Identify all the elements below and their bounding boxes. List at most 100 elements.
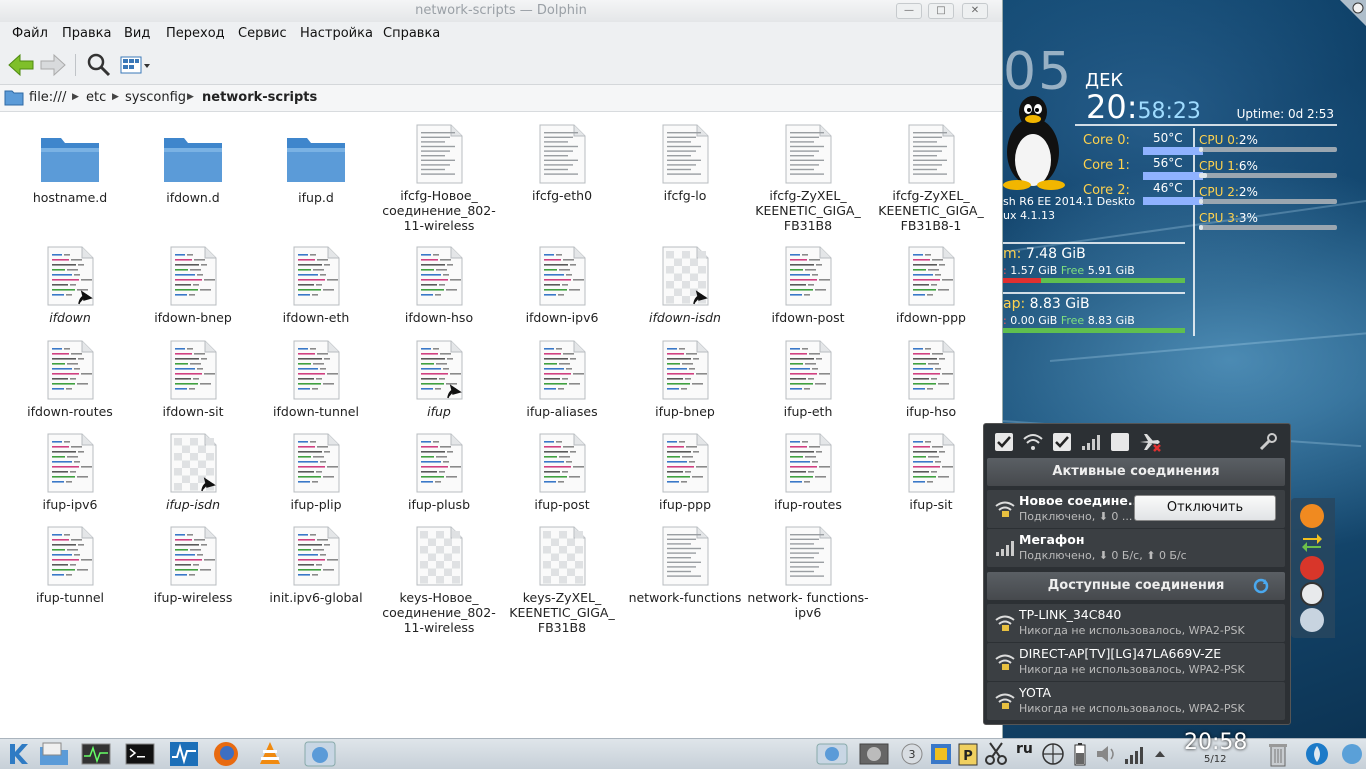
menu-file[interactable]: Файл — [12, 26, 48, 41]
lock-icon[interactable] — [1300, 504, 1324, 528]
crumb-etc[interactable]: etc — [86, 90, 106, 105]
crumb-sysconfig[interactable]: sysconfig — [125, 90, 186, 105]
file-view[interactable]: hostname.d ifdown.d ifup.d ifcfg-Новое_ сое… — [0, 112, 1002, 738]
kde-menu-icon[interactable] — [4, 741, 32, 767]
file-item-ifdown-hso[interactable]: ifdown-hso — [377, 246, 501, 325]
volume-icon[interactable] — [1094, 741, 1118, 767]
window-titlebar[interactable]: network-scripts — Dolphin — □ ✕ — [0, 0, 1002, 23]
file-item-ifup-d[interactable]: ifup.d — [254, 134, 378, 205]
updates-count-icon[interactable]: 3 — [900, 741, 924, 767]
file-item-ifdown-d[interactable]: ifdown.d — [131, 134, 255, 205]
terminal-icon[interactable] — [124, 741, 156, 767]
file-item-ifup-bnep[interactable]: ifup-bnep — [623, 340, 747, 419]
file-item-ifup-plusb[interactable]: ifup-plusb — [377, 433, 501, 512]
file-item-ifdown-post[interactable]: ifdown-post — [746, 246, 870, 325]
file-item-keys-zyxel-keenetic-giga-fb31b8[interactable]: keys-ZyXEL_ KEENETIC_GIGA_ FB31B8 — [500, 526, 624, 635]
available-connection[interactable]: DIRECT-AP[TV][LG]47LA669V-ZE Никогда не … — [987, 643, 1285, 681]
tray-clock[interactable]: 20:58 — [1184, 730, 1247, 755]
networking-checkbox-icon[interactable] — [994, 432, 1014, 452]
file-item-ifup-eth[interactable]: ifup-eth — [746, 340, 870, 419]
panel-toolbox-icon[interactable] — [1338, 741, 1366, 767]
file-item-ifcfg-lo[interactable]: ifcfg-lo — [623, 124, 747, 203]
show-desktop-icon[interactable] — [1302, 741, 1332, 767]
file-item-ifup-ipv6[interactable]: ifup-ipv6 — [8, 433, 132, 512]
back-arrow-icon[interactable] — [6, 51, 36, 79]
active-connection-megafon[interactable]: Мегафон Подключено, ⬇ 0 Б/с, ⬆ 0 Б/с — [987, 529, 1285, 567]
file-item-ifup-plip[interactable]: ifup-plip — [254, 433, 378, 512]
desktop-toolbox-icon[interactable] — [1336, 0, 1366, 26]
available-connection[interactable]: YOTA Никогда не использовалось, WPA2-PSK — [987, 682, 1285, 720]
wifi-checkbox-icon[interactable] — [1052, 432, 1072, 452]
refresh-icon[interactable] — [1253, 578, 1269, 594]
file-item-ifup-isdn[interactable]: ifup-isdn — [131, 433, 255, 512]
file-item-ifdown-isdn[interactable]: ifdown-isdn — [623, 246, 747, 325]
active-connection-wifi[interactable]: Новое соедине... Подключено, ⬇ 0 ... Отк… — [987, 490, 1285, 528]
dolphin-task-icon[interactable] — [304, 741, 336, 767]
menu-help[interactable]: Справка — [383, 26, 440, 41]
switch-user-icon[interactable] — [1300, 530, 1324, 554]
file-item-ifup-post[interactable]: ifup-post — [500, 433, 624, 512]
mobile-checkbox-icon[interactable] — [1110, 432, 1130, 452]
system-monitor-icon[interactable] — [80, 741, 112, 767]
package-updater-icon[interactable] — [858, 741, 890, 767]
file-item-ifdown-bnep[interactable]: ifdown-bnep — [131, 246, 255, 325]
menu-edit[interactable]: Правка — [62, 26, 111, 41]
file-item-ifdown-ipv6[interactable]: ifdown-ipv6 — [500, 246, 624, 325]
file-item-ifdown-tunnel[interactable]: ifdown-tunnel — [254, 340, 378, 419]
file-item-ifdown-ppp[interactable]: ifdown-ppp — [869, 246, 993, 325]
file-item-ifup-tunnel[interactable]: ifup-tunnel — [8, 526, 132, 605]
menu-view[interactable]: Вид — [124, 26, 150, 41]
crumb-network-scripts[interactable]: network-scripts — [202, 90, 317, 105]
file-item-ifcfg-новое-соединение-802-11-wireless[interactable]: ifcfg-Новое_ соединение_802- 11-wireless — [377, 124, 501, 233]
file-item-ifcfg-eth0[interactable]: ifcfg-eth0 — [500, 124, 624, 203]
file-item-ifdown[interactable]: ifdown — [8, 246, 132, 325]
close-button[interactable]: ✕ — [962, 3, 988, 19]
file-item-keys-новое-соединение-802-11-wireless[interactable]: keys-Новое_ соединение_802- 11-wireless — [377, 526, 501, 635]
minimize-button[interactable]: — — [896, 3, 922, 19]
available-connection[interactable]: TP-LINK_34C840 Никогда не использовалось… — [987, 604, 1285, 642]
battery-icon[interactable] — [1070, 741, 1090, 767]
hibernate-icon[interactable] — [1300, 608, 1324, 632]
file-item-ifup-aliases[interactable]: ifup-aliases — [500, 340, 624, 419]
tray-expand-icon[interactable] — [1152, 741, 1168, 767]
network-tray-icon[interactable] — [1040, 741, 1066, 767]
disconnect-button[interactable]: Отключить — [1134, 495, 1276, 521]
file-item-ifup-ppp[interactable]: ifup-ppp — [623, 433, 747, 512]
view-mode-icon[interactable] — [118, 51, 152, 79]
firefox-icon[interactable] — [210, 741, 242, 767]
airplane-mode-icon[interactable] — [1138, 432, 1162, 452]
mobile-broadband-tray-icon[interactable] — [1122, 741, 1148, 767]
scissors-icon[interactable] — [984, 741, 1008, 767]
vlc-icon[interactable] — [254, 741, 286, 767]
file-item-ifup-wireless[interactable]: ifup-wireless — [131, 526, 255, 605]
file-item-ifup[interactable]: ifup — [377, 340, 501, 419]
forward-arrow-icon[interactable] — [38, 51, 68, 79]
file-item-ifdown-routes[interactable]: ifdown-routes — [8, 340, 132, 419]
file-item-network-functions-ipv6[interactable]: network- functions-ipv6 — [746, 526, 870, 620]
file-item-ifcfg-zyxel-keenetic-giga-fb31b8[interactable]: ifcfg-ZyXEL_ KEENETIC_GIGA_ FB31B8 — [746, 124, 870, 233]
keyboard-layout-indicator[interactable]: ru — [1016, 741, 1033, 767]
file-item-hostname-d[interactable]: hostname.d — [8, 134, 132, 205]
shutdown-icon[interactable] — [1300, 556, 1324, 580]
file-item-ifup-sit[interactable]: ifup-sit — [869, 433, 993, 512]
crumb-root[interactable]: file:/// — [29, 90, 66, 105]
file-manager-icon[interactable] — [38, 741, 70, 767]
ksysguard-icon[interactable] — [168, 741, 200, 767]
menu-go[interactable]: Переход — [166, 26, 225, 41]
file-item-ifdown-sit[interactable]: ifdown-sit — [131, 340, 255, 419]
klipper-icon[interactable] — [928, 741, 954, 767]
clipboard-icon[interactable]: P — [956, 741, 980, 767]
device-notifier-icon[interactable] — [816, 741, 848, 767]
file-item-ifup-routes[interactable]: ifup-routes — [746, 433, 870, 512]
file-item-ifcfg-zyxel-keenetic-giga-fb31b8-1[interactable]: ifcfg-ZyXEL_ KEENETIC_GIGA_ FB31B8-1 — [869, 124, 993, 233]
menu-tools[interactable]: Сервис — [238, 26, 287, 41]
search-icon[interactable] — [84, 51, 114, 79]
maximize-button[interactable]: □ — [928, 3, 954, 19]
trash-icon[interactable] — [1264, 741, 1292, 767]
menu-settings[interactable]: Настройка — [300, 26, 373, 41]
settings-wrench-icon[interactable] — [1258, 432, 1278, 452]
clock-icon[interactable] — [1300, 582, 1324, 606]
file-item-ifup-hso[interactable]: ifup-hso — [869, 340, 993, 419]
file-item-init-ipv6-global[interactable]: init.ipv6-global — [254, 526, 378, 605]
file-item-ifdown-eth[interactable]: ifdown-eth — [254, 246, 378, 325]
